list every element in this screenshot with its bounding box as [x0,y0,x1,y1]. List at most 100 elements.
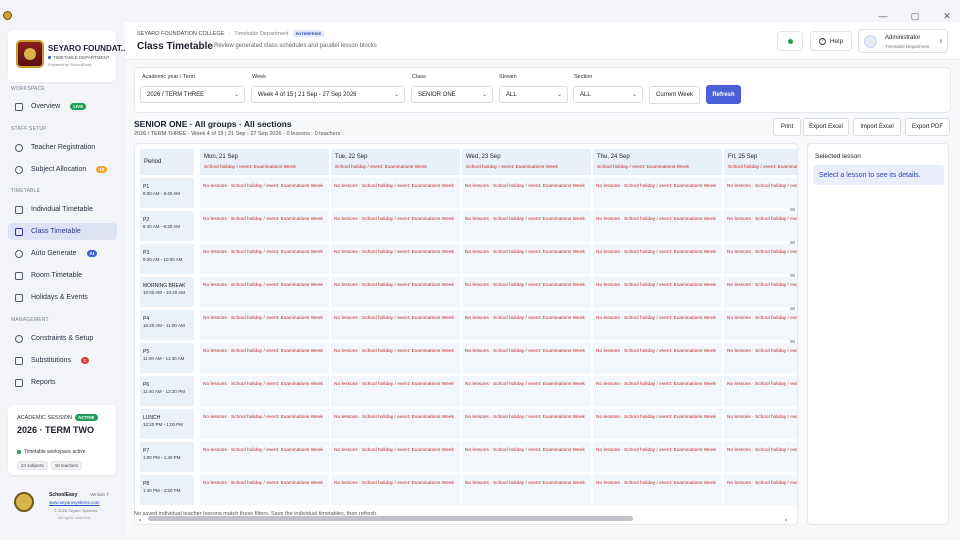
year-select[interactable]: 2026 / TERM THREE ⌄ [140,86,245,103]
no-lessons-text: No lessons · School holiday / event: Exa… [334,217,454,222]
timetable-cell[interactable]: No lessons · School holiday / event: Exa… [200,409,329,439]
timetable-cell[interactable]: No lessons · School holiday / event: Exa… [462,442,591,472]
timetable-cell[interactable]: No lessons · School holiday / event: Exa… [331,211,460,241]
timetable-cell[interactable]: No lessons · School holiday / event: Exa… [724,310,797,340]
sidebar-item-room-timetable[interactable]: Room Timetable [8,267,117,284]
timetable-cell[interactable]: No lessons · School holiday / event: Exa… [593,409,722,439]
timetable-cell[interactable]: No lessons · School holiday / event: Exa… [462,409,591,439]
print-button[interactable]: Print [773,118,801,136]
timetable-cell[interactable]: No lessons · School holiday / event: Exa… [593,277,722,307]
no-lessons-text: No lessons · School holiday / event: Exa… [465,481,585,486]
timetable-cell[interactable]: No lessons · School holiday / event: Exa… [331,442,460,472]
website-link[interactable]: www.seyarosystems.com [49,500,100,505]
day-header-cell: Wed, 23 Sep School holiday / event: Exami… [462,149,591,175]
timetable-cell[interactable]: No lessons · School holiday / event: Exa… [593,343,722,373]
minimize-icon[interactable]: — [878,12,888,21]
timetable-cell[interactable]: No lessons · School holiday / event: Exa… [593,211,722,241]
timetable-cell[interactable]: No lessons · School holiday / event: Exa… [331,310,460,340]
current-week-button[interactable]: Current Week [649,86,700,104]
timetable-cell[interactable]: No lessons · School holiday / event: Exa… [331,475,460,505]
edition-tag: ENTERPRISE [292,30,325,37]
stream-select[interactable]: ALL ⌄ [499,86,568,103]
help-button[interactable]: ? Help [810,31,852,51]
selected-lesson-title: Selected lesson [815,153,861,160]
timetable-cell[interactable]: No lessons · School holiday / event: Exa… [462,310,591,340]
timetable-cell[interactable]: No lessons · School holiday / event: Exa… [200,277,329,307]
no-lessons-text: No lessons · School holiday / event: Exa… [334,481,454,486]
no-lessons-text: No lessons · School holiday / event: Exa… [596,250,716,255]
timetable-cell[interactable]: No lessons · School holiday / event: Exa… [593,244,722,274]
period-name: P2 [143,217,150,223]
sidebar-item-class-timetable[interactable]: Class Timetable [8,223,117,240]
day-header-cell: Mon, 21 Sep School holiday / event: Exami… [200,149,329,175]
timetable-cell[interactable]: No lessons · School holiday / event: Exa… [331,244,460,274]
timetable-cell[interactable]: No lessons · School holiday / event: Exa… [724,277,797,307]
day-header-cell: Thu, 24 Sep School holiday / event: Exami… [593,149,722,175]
timetable-cell[interactable]: No lessons · School holiday / event: Exa… [331,277,460,307]
timetable-cell[interactable]: No lessons · School holiday / event: Exa… [200,376,329,406]
import-excel-button[interactable]: Import Excel [853,118,901,136]
timetable-cell[interactable]: No lessons · School holiday / event: Exa… [200,211,329,241]
timetable-cell[interactable]: No lessons · School holiday / event: Exa… [593,475,722,505]
timetable-cell[interactable]: No lessons · School holiday / event: Exa… [200,442,329,472]
sidebar-item-constraints-setup[interactable]: Constraints & Setup [8,330,117,347]
timetable-cell[interactable]: No lessons · School holiday / event: Exa… [200,475,329,505]
timetable-cell[interactable]: No lessons · School holiday / event: Exa… [724,376,797,406]
sidebar-item-teacher-registration[interactable]: Teacher Registration [8,139,117,156]
breadcrumb-department[interactable]: Timetable Department [234,31,288,37]
timetable-cell[interactable]: No lessons · School holiday / event: Exa… [462,343,591,373]
timetable-cell[interactable]: No lessons · School holiday / event: Exa… [593,376,722,406]
vertical-scrollbar[interactable] [790,182,795,368]
timetable-cell[interactable]: No lessons · School holiday / event: Exa… [331,409,460,439]
sidebar-item-holidays-events[interactable]: Holidays & Events [8,289,117,306]
refresh-button[interactable]: Refresh [706,85,741,104]
export-pdf-button[interactable]: Export PDF [905,118,950,136]
close-icon[interactable]: ✕ [942,12,952,21]
scroll-right-icon[interactable]: ▸ [785,517,787,522]
period-name: P7 [143,448,150,454]
main-area: SEYARO FOUNDATION COLLEGE › Timetable De… [125,22,960,540]
timetable-cell[interactable]: No lessons · School holiday / event: Exa… [462,244,591,274]
timetable-cell[interactable]: No lessons · School holiday / event: Exa… [331,376,460,406]
sidebar-item-auto-generate[interactable]: Auto Generate AI [8,245,117,262]
timetable-cell[interactable]: No lessons · School holiday / event: Exa… [724,475,797,505]
timetable-cell[interactable]: No lessons · School holiday / event: Exa… [200,244,329,274]
online-status-indicator[interactable] [777,31,803,51]
class-select[interactable]: SENIOR ONE ⌄ [411,86,493,103]
period-time: 1:40 PM - 2:20 PM [143,488,181,493]
timetable-cell[interactable]: No lessons · School holiday / event: Exa… [462,277,591,307]
timetable-cell[interactable]: No lessons · School holiday / event: Exa… [200,343,329,373]
export-excel-button[interactable]: Export Excel [803,118,849,136]
sidebar-item-label: Constraints & Setup [31,335,94,342]
timetable-cell[interactable]: No lessons · School holiday / event: Exa… [593,442,722,472]
timetable-cell[interactable]: No lessons · School holiday / event: Exa… [331,178,460,208]
timetable-cell[interactable]: No lessons · School holiday / event: Exa… [724,409,797,439]
sidebar-item-reports[interactable]: Reports [8,374,117,391]
timetable-cell[interactable]: No lessons · School holiday / event: Exa… [724,442,797,472]
timetable-cell[interactable]: No lessons · School holiday / event: Exa… [724,178,797,208]
timetable-cell[interactable]: No lessons · School holiday / event: Exa… [724,343,797,373]
timetable-cell[interactable]: No lessons · School holiday / event: Exa… [724,211,797,241]
sidebar-item-substitutions[interactable]: Substitutions 1 [8,352,117,369]
section-select[interactable]: ALL ⌄ [573,86,643,103]
period-time: 11:00 AM - 11:40 AM [143,356,185,361]
breadcrumb-college[interactable]: SEYARO FOUNDATION COLLEGE [137,31,225,37]
user-menu[interactable]: Administrator Timetable Department ⇕ [858,29,948,53]
week-select[interactable]: Week 4 of 15 | 21 Sep - 27 Sep 2026 ⌄ [251,86,405,103]
timetable-cell[interactable]: No lessons · School holiday / event: Exa… [593,178,722,208]
sidebar-item-individual-timetable[interactable]: Individual Timetable [8,201,117,218]
day-holiday-note: School holiday / event: Examinations Wee… [597,165,689,170]
timetable-cell[interactable]: No lessons · School holiday / event: Exa… [724,244,797,274]
timetable-cell[interactable]: No lessons · School holiday / event: Exa… [200,310,329,340]
sidebar-item-subject-allocation[interactable]: Subject Allocation 10 [8,161,117,178]
timetable-cell[interactable]: No lessons · School holiday / event: Exa… [462,178,591,208]
timetable-cell[interactable]: No lessons · School holiday / event: Exa… [462,211,591,241]
timetable-cell[interactable]: No lessons · School holiday / event: Exa… [331,343,460,373]
scroll-left-icon[interactable]: ◂ [139,517,141,522]
maximize-icon[interactable]: ▢ [910,12,920,21]
timetable-cell[interactable]: No lessons · School holiday / event: Exa… [462,376,591,406]
timetable-cell[interactable]: No lessons · School holiday / event: Exa… [462,475,591,505]
timetable-cell[interactable]: No lessons · School holiday / event: Exa… [200,178,329,208]
sidebar-item-overview[interactable]: Overview LIVE [8,98,117,115]
timetable-cell[interactable]: No lessons · School holiday / event: Exa… [593,310,722,340]
